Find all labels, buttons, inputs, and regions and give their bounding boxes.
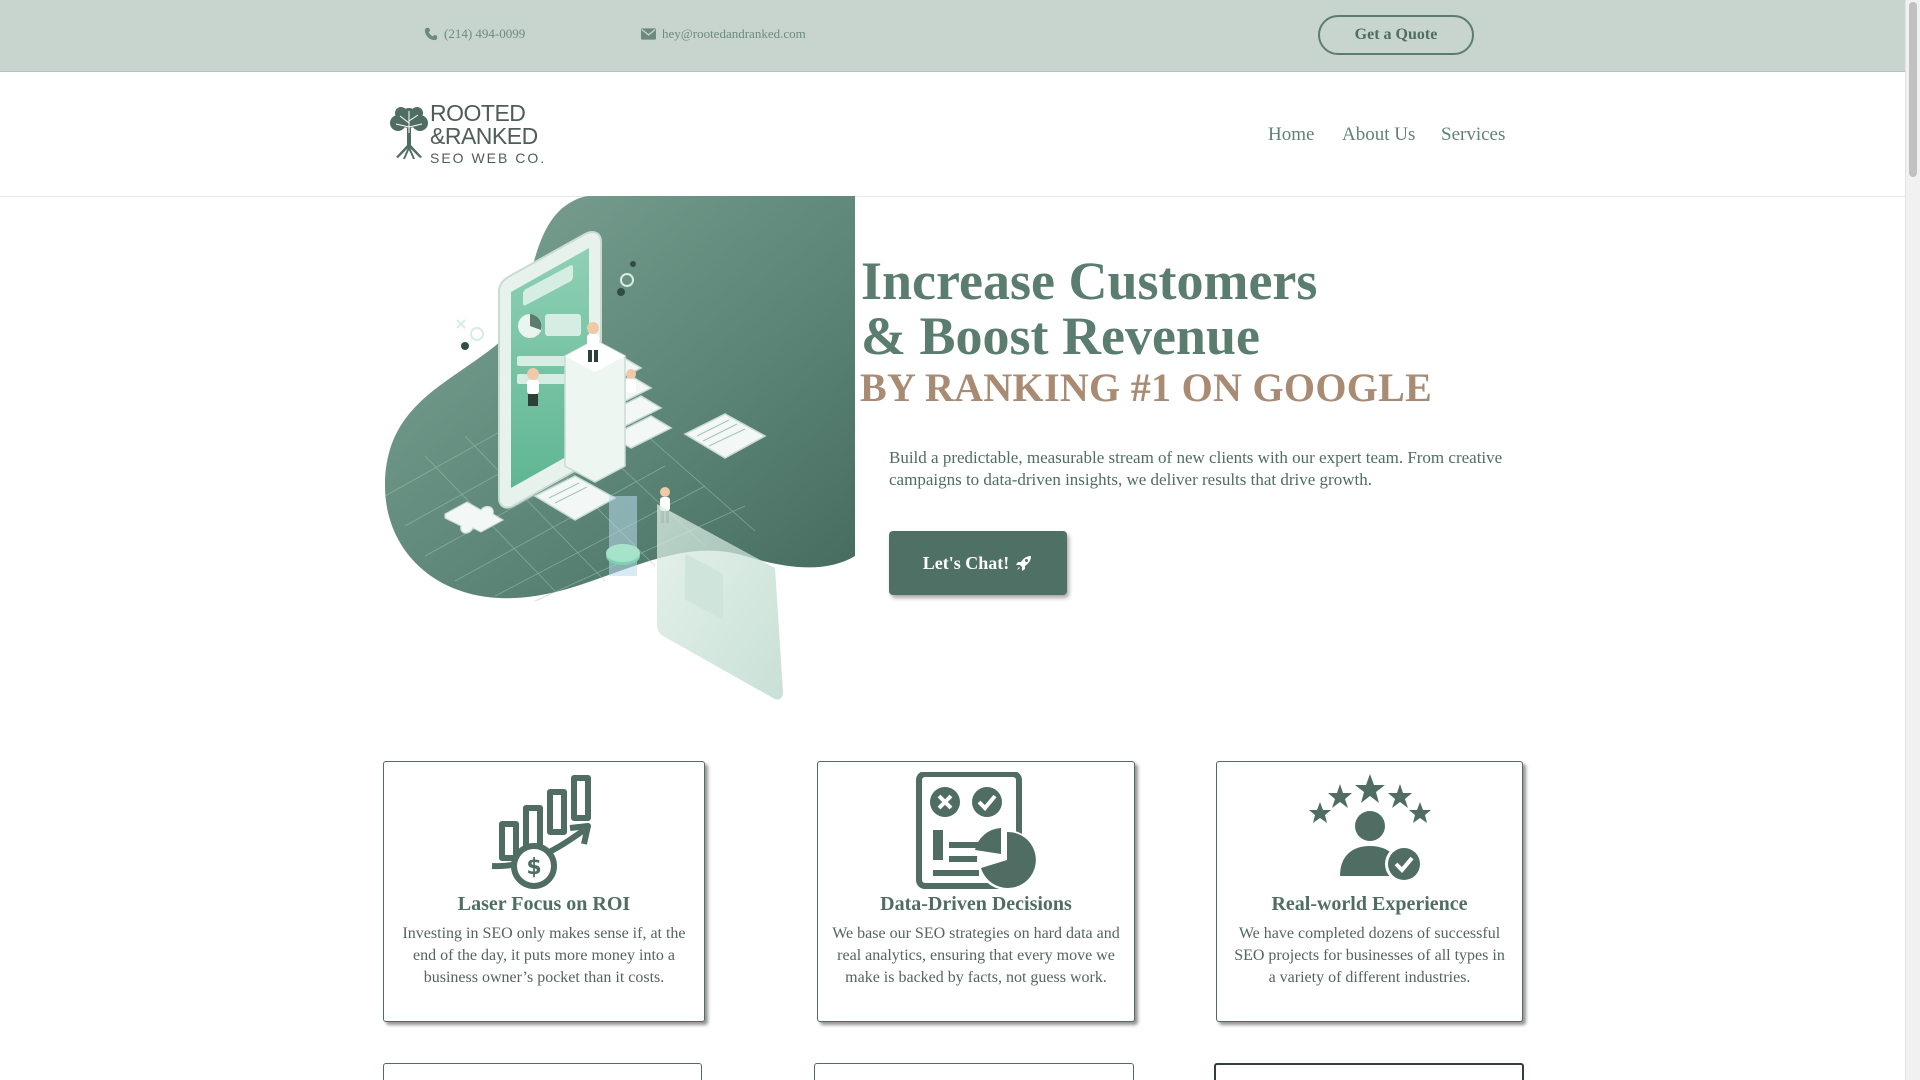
feature-text: Investing in SEO only makes sense if, at…: [402, 925, 686, 986]
lets-chat-label: Let's Chat!: [922, 552, 1010, 573]
nav-about-us[interactable]: About Us: [1342, 124, 1415, 146]
logo-line-2: &RANKED: [430, 123, 538, 149]
feature-text: We base our SEO strategies on hard data …: [832, 925, 1120, 986]
expert-stars-icon: [1308, 774, 1431, 883]
nav-home[interactable]: Home: [1268, 124, 1314, 146]
email-link[interactable]: hey@rootedandranked.com: [641, 26, 806, 42]
roi-chart-icon: $: [491, 775, 591, 889]
logo-line-3: SEO WEB CO.: [430, 150, 547, 166]
feature-card-roi: $ Laser Focus on ROI Investing in SEO on…: [383, 761, 705, 1022]
envelope-icon: [641, 28, 656, 40]
feature-card-peek: [814, 1063, 1134, 1080]
lets-chat-button[interactable]: Let's Chat!: [889, 531, 1067, 595]
logo-line-1: ROOTED: [430, 100, 526, 126]
rocket-icon: [1016, 556, 1032, 571]
top-contact-bar: (214) 494-0099 hey@rootedandranked.com G…: [0, 0, 1905, 72]
scrollbar-thumb[interactable]: [1909, 2, 1917, 177]
feature-card-data: Data-Driven Decisions We base our SEO st…: [817, 761, 1135, 1022]
tree-logo-icon: [390, 107, 428, 159]
site-header: ROOTED &RANKED SEO WEB CO. Home About Us…: [0, 72, 1905, 197]
feature-title: Laser Focus on ROI: [457, 893, 631, 915]
hero-title-line-2: & Boost Revenue: [861, 306, 1260, 366]
phone-link[interactable]: (214) 494-0099: [424, 26, 525, 42]
hero-title: Increase Customers & Boost Revenue: [861, 254, 1317, 364]
logo-wordmark: ROOTED &RANKED SEO WEB CO.: [430, 100, 547, 166]
nav-services[interactable]: Services: [1441, 124, 1505, 146]
feature-card-experience: Real-world Experience We have completed …: [1216, 761, 1523, 1022]
phone-icon: [424, 27, 438, 41]
email-address: hey@rootedandranked.com: [662, 26, 806, 41]
feature-card-peek: [383, 1063, 702, 1080]
hero-description: Build a predictable, measurable stream o…: [889, 448, 1503, 489]
feature-title: Real-world Experience: [1271, 893, 1468, 915]
feature-text: We have completed dozens of successful S…: [1234, 925, 1505, 986]
page: (214) 494-0099 hey@rootedandranked.com G…: [0, 0, 1905, 1080]
feature-card-peek: [1214, 1063, 1524, 1080]
logo[interactable]: ROOTED &RANKED SEO WEB CO.: [388, 102, 548, 166]
get-a-quote-button[interactable]: Get a Quote: [1318, 15, 1474, 55]
phone-number: (214) 494-0099: [444, 26, 526, 41]
data-report-icon: [916, 772, 1037, 890]
svg-text:$: $: [526, 855, 541, 880]
vertical-scrollbar[interactable]: [1905, 0, 1920, 1080]
hero-title-line-1: Increase Customers: [861, 251, 1318, 311]
feature-title: Data-Driven Decisions: [880, 893, 1072, 915]
hero-illustration: [385, 196, 855, 700]
hero-subtitle: BY RANKING #1 ON GOOGLE: [860, 365, 1433, 410]
